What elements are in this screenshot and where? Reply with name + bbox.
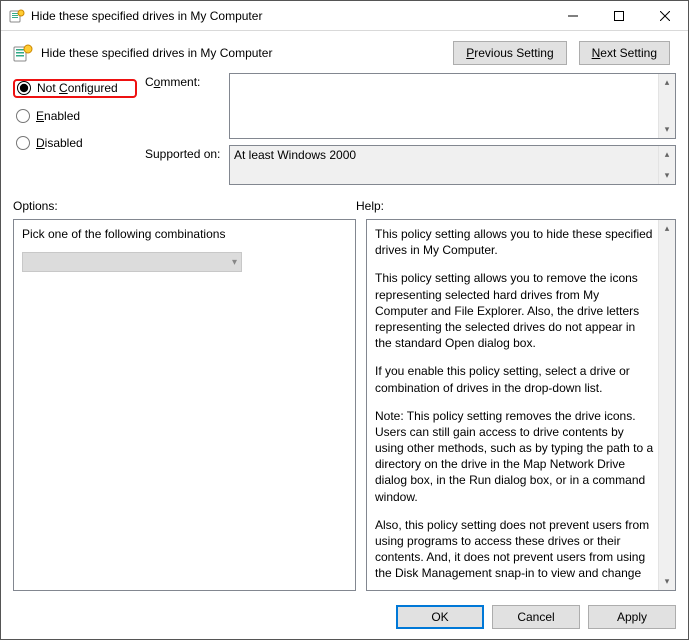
subheader: Hide these specified drives in My Comput… — [1, 31, 688, 67]
combo-label: Pick one of the following combinations — [22, 226, 335, 242]
help-text: This policy setting allows you to hide t… — [375, 226, 655, 584]
comment-textarea[interactable]: ▴ ▾ — [229, 73, 676, 139]
scroll-up-icon[interactable]: ▴ — [659, 220, 675, 237]
gpo-editor-window: Hide these specified drives in My Comput… — [0, 0, 689, 640]
titlebar: Hide these specified drives in My Comput… — [1, 1, 688, 31]
help-pane: This policy setting allows you to hide t… — [366, 219, 676, 591]
window-title: Hide these specified drives in My Comput… — [31, 9, 550, 23]
footer-buttons: OK Cancel Apply — [1, 599, 688, 639]
options-pane: Pick one of the following combinations ▾ — [13, 219, 356, 591]
scroll-up-icon: ▴ — [659, 146, 675, 163]
supported-on-box: At least Windows 2000 ▴ ▾ — [229, 145, 676, 185]
comment-scrollbar[interactable]: ▴ ▾ — [658, 74, 675, 138]
radio-disabled[interactable]: Disabled — [13, 135, 137, 152]
radio-not-configured[interactable]: Not Configured — [13, 79, 137, 98]
policy-icon-large — [13, 43, 33, 63]
upper-area: Not Configured Enabled Disabled Comment:… — [1, 67, 688, 185]
options-label: Options: — [13, 199, 356, 213]
policy-icon — [9, 8, 25, 24]
supported-label: Supported on: — [145, 145, 223, 161]
minimize-button[interactable] — [550, 1, 596, 31]
supported-on-value: At least Windows 2000 — [234, 148, 657, 182]
radio-enabled-input[interactable] — [16, 109, 30, 123]
scroll-down-icon[interactable]: ▾ — [659, 121, 675, 138]
radio-not-configured-input[interactable] — [17, 81, 31, 95]
scroll-down-icon: ▾ — [659, 167, 675, 184]
help-scrollbar[interactable]: ▴ ▾ — [658, 220, 675, 590]
chevron-down-icon: ▾ — [232, 256, 237, 270]
comment-grid: Comment: ▴ ▾ Supported on: At least Wind… — [145, 73, 676, 185]
radio-disabled-input[interactable] — [16, 136, 30, 150]
scroll-up-icon[interactable]: ▴ — [659, 74, 675, 91]
section-labels: Options: Help: — [1, 185, 688, 215]
maximize-button[interactable] — [596, 1, 642, 31]
radio-enabled[interactable]: Enabled — [13, 108, 137, 125]
cancel-button[interactable]: Cancel — [492, 605, 580, 629]
next-setting-button[interactable]: Next Setting — [579, 41, 670, 65]
panes: Pick one of the following combinations ▾… — [1, 215, 688, 599]
help-label: Help: — [356, 199, 676, 213]
policy-subtitle: Hide these specified drives in My Comput… — [41, 46, 445, 60]
previous-setting-button[interactable]: Previous Setting — [453, 41, 566, 65]
close-button[interactable] — [642, 1, 688, 31]
combinations-dropdown[interactable]: ▾ — [22, 252, 242, 272]
scroll-down-icon[interactable]: ▾ — [659, 573, 675, 590]
supported-scrollbar: ▴ ▾ — [658, 146, 675, 184]
state-radios: Not Configured Enabled Disabled — [13, 73, 137, 185]
comment-label: Comment: — [145, 73, 223, 89]
apply-button[interactable]: Apply — [588, 605, 676, 629]
ok-button[interactable]: OK — [396, 605, 484, 629]
